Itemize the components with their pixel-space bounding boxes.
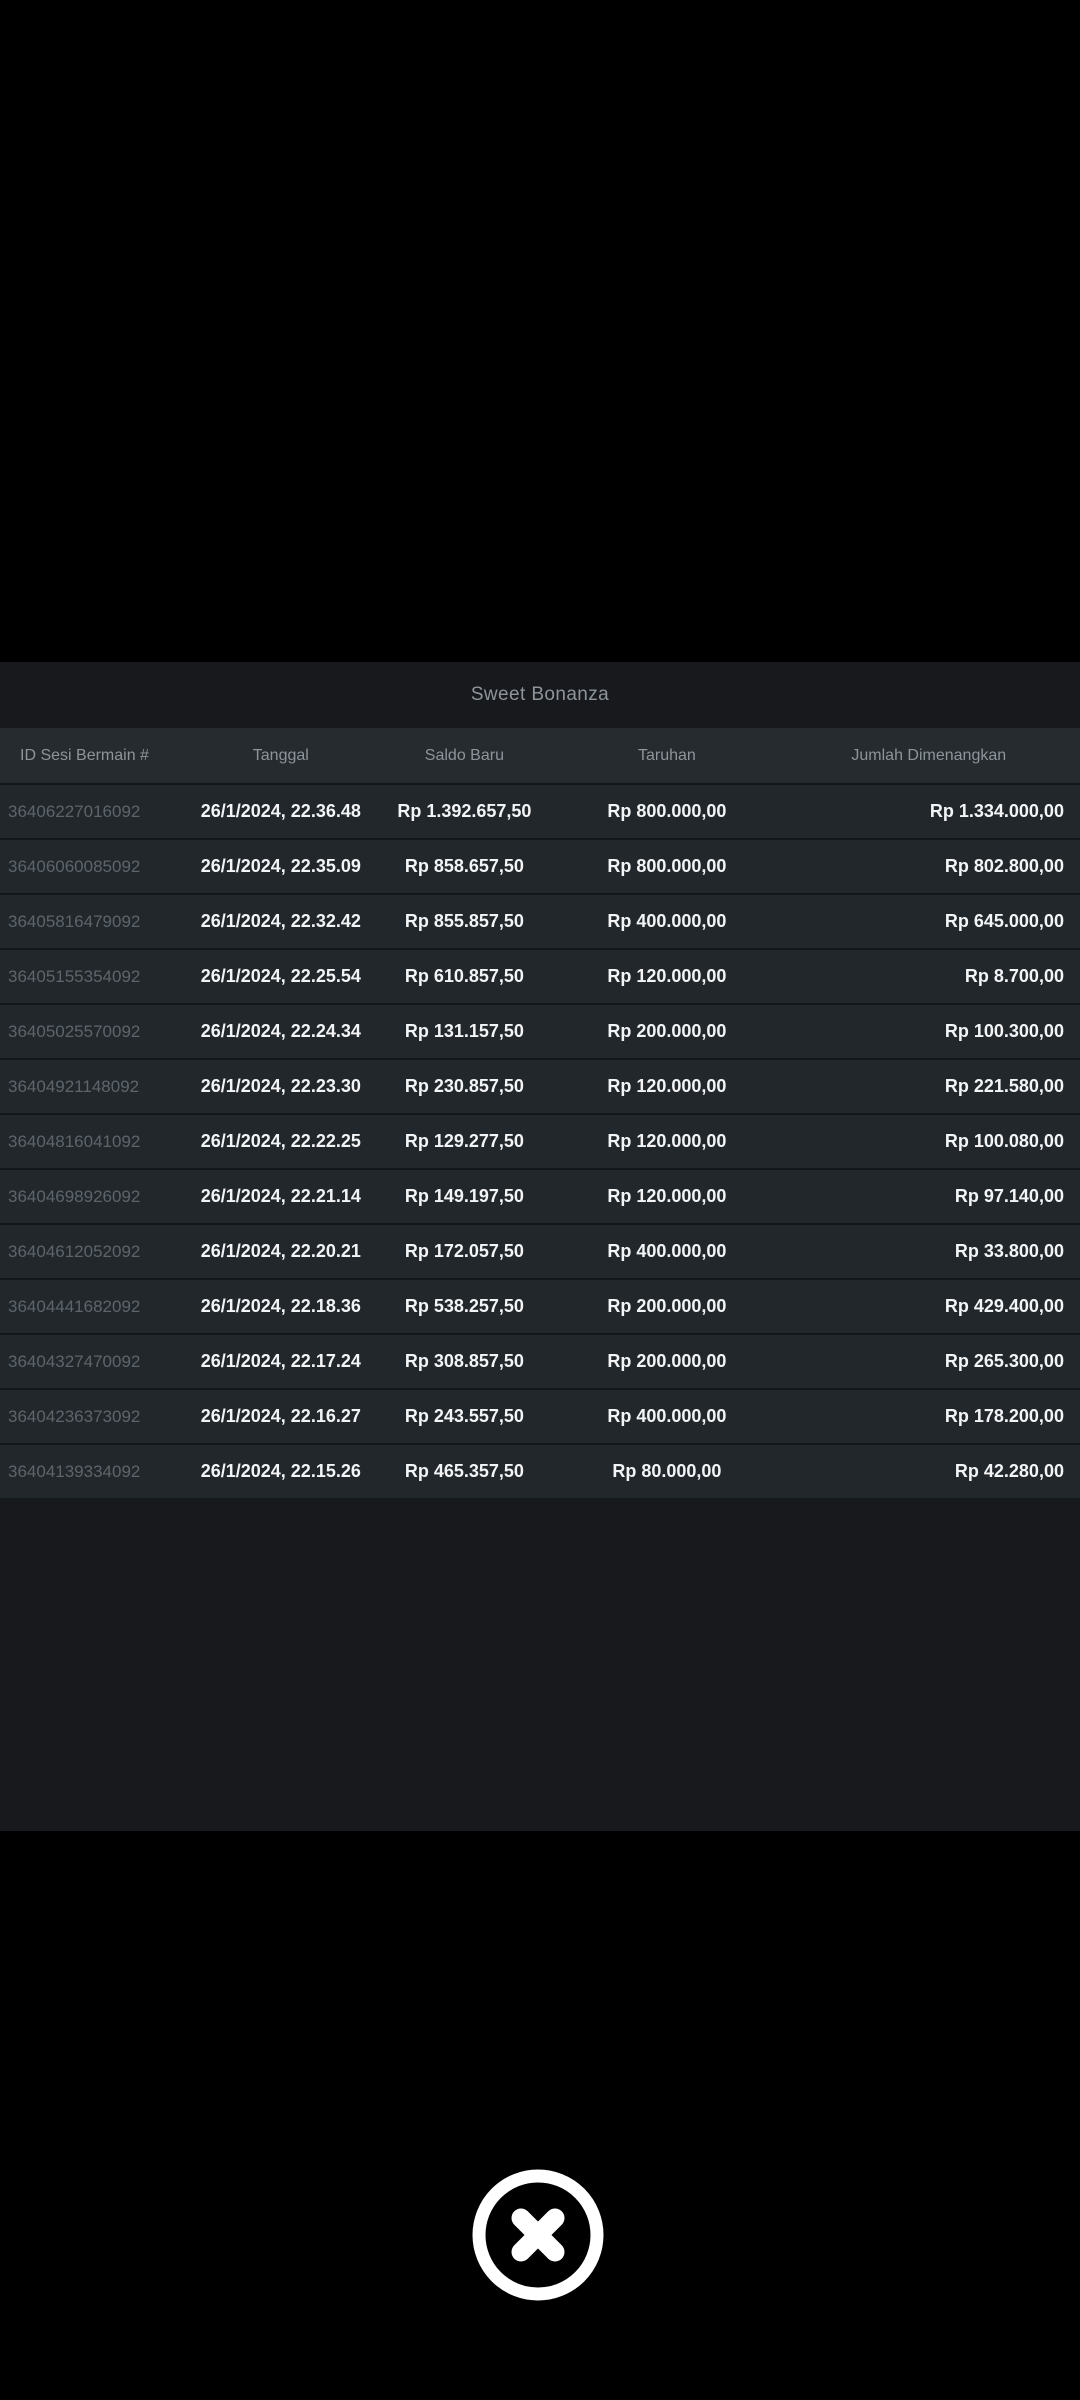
table-row: 36404921148092 26/1/2024, 22.23.30 Rp 23… [0, 1058, 1080, 1113]
panel-empty-area [0, 1498, 1080, 1831]
row-session-id-cell: 36404698926092 [8, 1186, 141, 1206]
row-date-cell: 26/1/2024, 22.24.34 [200, 1021, 361, 1041]
row-date-cell: 26/1/2024, 22.22.25 [200, 1131, 361, 1151]
table-row: 36405816479092 26/1/2024, 22.32.42 Rp 85… [0, 893, 1080, 948]
row-amount-won-cell: Rp 33.800,00 [954, 1241, 1064, 1261]
row-date-cell: 26/1/2024, 22.36.48 [200, 801, 361, 821]
row-amount-won-cell: Rp 100.080,00 [944, 1131, 1064, 1151]
row-date-cell: 26/1/2024, 22.23.30 [200, 1076, 361, 1096]
row-bet-cell: Rp 400.000,00 [607, 1241, 727, 1261]
table-row: 36404139334092 26/1/2024, 22.15.26 Rp 46… [0, 1443, 1080, 1498]
row-new-balance-cell: Rp 858.657,50 [404, 856, 524, 876]
row-bet-cell: Rp 200.000,00 [607, 1021, 727, 1041]
row-new-balance-cell: Rp 465.357,50 [404, 1461, 524, 1481]
row-new-balance-cell: Rp 149.197,50 [404, 1186, 524, 1206]
row-session-id-cell: 36405155354092 [8, 966, 141, 986]
row-bet-cell: Rp 120.000,00 [607, 966, 727, 986]
table-row: 36406227016092 26/1/2024, 22.36.48 Rp 1.… [0, 783, 1080, 838]
history-modal-panel: Sweet Bonanza ID Sesi Bermain # Tanggal … [0, 662, 1080, 1831]
row-amount-won-cell: Rp 178.200,00 [944, 1406, 1064, 1426]
row-bet-cell: Rp 400.000,00 [607, 911, 727, 931]
row-session-id-cell: 36404612052092 [8, 1241, 141, 1261]
row-new-balance-cell: Rp 308.857,50 [404, 1351, 524, 1371]
table-row: 36405025570092 26/1/2024, 22.24.34 Rp 13… [0, 1003, 1080, 1058]
table-body[interactable]: 36406227016092 26/1/2024, 22.36.48 Rp 1.… [0, 783, 1080, 1498]
column-header-new-balance: Saldo Baru [424, 746, 504, 764]
row-bet-cell: Rp 120.000,00 [607, 1076, 727, 1096]
row-amount-won-cell: Rp 8.700,00 [964, 966, 1064, 986]
row-session-id-cell: 36404236373092 [8, 1406, 141, 1426]
row-bet-cell: Rp 120.000,00 [607, 1186, 727, 1206]
row-bet-cell: Rp 800.000,00 [607, 856, 727, 876]
row-session-id-cell: 36405025570092 [8, 1021, 141, 1041]
row-new-balance-cell: Rp 131.157,50 [404, 1021, 524, 1041]
table-row: 36404698926092 26/1/2024, 22.21.14 Rp 14… [0, 1168, 1080, 1223]
game-history-screen: Sweet Bonanza ID Sesi Bermain # Tanggal … [0, 0, 1080, 2400]
row-amount-won-cell: Rp 265.300,00 [944, 1351, 1064, 1371]
row-date-cell: 26/1/2024, 22.35.09 [200, 856, 361, 876]
table-row: 36404236373092 26/1/2024, 22.16.27 Rp 24… [0, 1388, 1080, 1443]
row-date-cell: 26/1/2024, 22.21.14 [200, 1186, 361, 1206]
row-amount-won-cell: Rp 802.800,00 [944, 856, 1064, 876]
row-date-cell: 26/1/2024, 22.25.54 [200, 966, 361, 986]
column-header-bet: Taruhan [637, 746, 696, 764]
table-row: 36405155354092 26/1/2024, 22.25.54 Rp 61… [0, 948, 1080, 1003]
row-new-balance-cell: Rp 172.057,50 [404, 1241, 524, 1261]
table-row: 36404441682092 26/1/2024, 22.18.36 Rp 53… [0, 1278, 1080, 1333]
row-date-cell: 26/1/2024, 22.20.21 [200, 1241, 361, 1261]
row-session-id-cell: 36404816041092 [8, 1131, 141, 1151]
row-bet-cell: Rp 200.000,00 [607, 1351, 727, 1371]
row-session-id-cell: 36405816479092 [8, 911, 141, 931]
row-bet-cell: Rp 200.000,00 [607, 1296, 727, 1316]
row-session-id-cell: 36404139334092 [8, 1461, 141, 1481]
row-date-cell: 26/1/2024, 22.32.42 [200, 911, 361, 931]
row-date-cell: 26/1/2024, 22.18.36 [200, 1296, 361, 1316]
table-row: 36404327470092 26/1/2024, 22.17.24 Rp 30… [0, 1333, 1080, 1388]
row-new-balance-cell: Rp 610.857,50 [404, 966, 524, 986]
row-amount-won-cell: Rp 645.000,00 [944, 911, 1064, 931]
row-amount-won-cell: Rp 221.580,00 [944, 1076, 1064, 1096]
column-header-date: Tanggal [252, 746, 309, 764]
row-new-balance-cell: Rp 538.257,50 [404, 1296, 524, 1316]
row-new-balance-cell: Rp 230.857,50 [404, 1076, 524, 1096]
row-amount-won-cell: Rp 100.300,00 [944, 1021, 1064, 1041]
row-session-id-cell: 36404327470092 [8, 1351, 141, 1371]
game-title: Sweet Bonanza [470, 684, 610, 705]
modal-title-bar: Sweet Bonanza [0, 662, 1080, 728]
row-session-id-cell: 36406227016092 [8, 801, 141, 821]
row-date-cell: 26/1/2024, 22.15.26 [200, 1461, 361, 1481]
row-bet-cell: Rp 120.000,00 [607, 1131, 727, 1151]
row-session-id-cell: 36404441682092 [8, 1296, 141, 1316]
row-session-id-cell: 36406060085092 [8, 856, 141, 876]
row-amount-won-cell: Rp 429.400,00 [944, 1296, 1064, 1316]
row-amount-won-cell: Rp 97.140,00 [954, 1186, 1064, 1206]
row-date-cell: 26/1/2024, 22.17.24 [200, 1351, 361, 1371]
row-date-cell: 26/1/2024, 22.16.27 [200, 1406, 361, 1426]
close-icon [472, 2169, 604, 2301]
row-bet-cell: Rp 800.000,00 [607, 801, 727, 821]
row-new-balance-cell: Rp 855.857,50 [404, 911, 524, 931]
table-row: 36404612052092 26/1/2024, 22.20.21 Rp 17… [0, 1223, 1080, 1278]
close-button[interactable] [472, 2169, 604, 2301]
row-new-balance-cell: Rp 129.277,50 [404, 1131, 524, 1151]
row-new-balance-cell: Rp 1.392.657,50 [397, 801, 532, 821]
column-header-amount-won: Jumlah Dimenangkan [851, 746, 1007, 764]
table-row: 36406060085092 26/1/2024, 22.35.09 Rp 85… [0, 838, 1080, 893]
row-new-balance-cell: Rp 243.557,50 [404, 1406, 524, 1426]
row-bet-cell: Rp 400.000,00 [607, 1406, 727, 1426]
table-header-row: ID Sesi Bermain # Tanggal Saldo Baru Tar… [0, 728, 1080, 783]
column-header-session-id: ID Sesi Bermain # [20, 746, 149, 764]
row-amount-won-cell: Rp 1.334.000,00 [929, 801, 1064, 821]
row-amount-won-cell: Rp 42.280,00 [954, 1461, 1064, 1481]
row-session-id-cell: 36404921148092 [8, 1076, 140, 1096]
row-bet-cell: Rp 80.000,00 [612, 1461, 722, 1481]
table-row: 36404816041092 26/1/2024, 22.22.25 Rp 12… [0, 1113, 1080, 1168]
